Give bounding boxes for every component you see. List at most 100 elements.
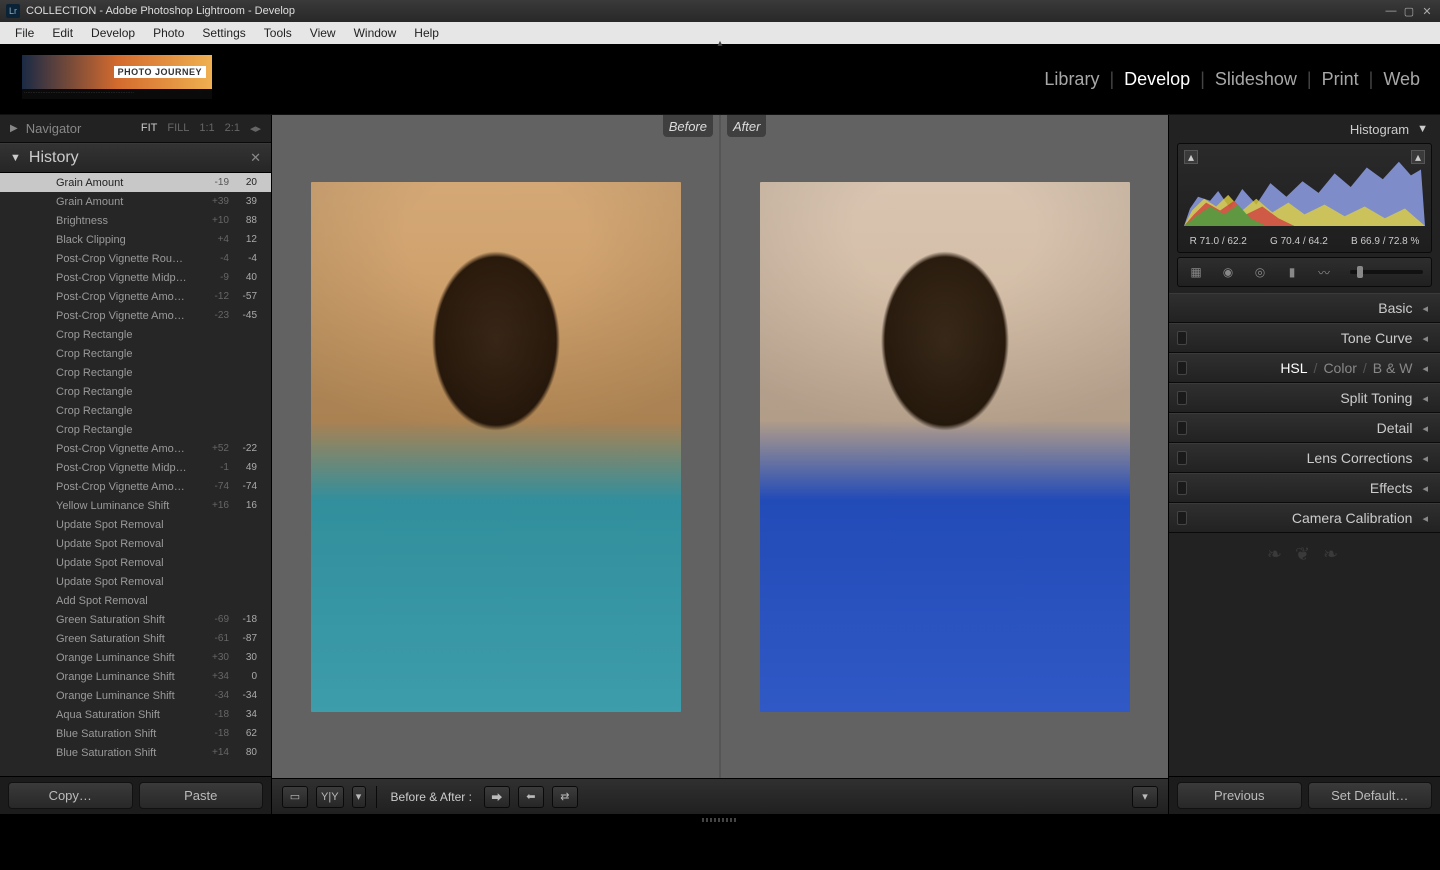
zoom-fit[interactable]: FIT (141, 122, 158, 135)
expand-top-icon[interactable]: ▴ (717, 38, 722, 49)
minimize-icon[interactable]: — (1384, 4, 1398, 18)
history-row[interactable]: Grain Amount-1920 (0, 173, 271, 192)
gradient-tool-icon[interactable]: ▮ (1282, 262, 1302, 282)
panel-camera-calibration[interactable]: Camera Calibration◂ (1169, 503, 1440, 533)
history-row[interactable]: Post-Crop Vignette Amo…-74-74 (0, 477, 271, 496)
close-icon[interactable]: ✕ (1420, 4, 1434, 18)
hsl-tab[interactable]: HSL (1280, 360, 1307, 376)
history-label: Green Saturation Shift (56, 614, 165, 626)
history-row[interactable]: Update Spot Removal (0, 553, 271, 572)
history-row[interactable]: Crop Rectangle (0, 325, 271, 344)
panel-hsl-color-bw[interactable]: HSL/ Color/ B & W ◂ (1169, 353, 1440, 383)
set-default-button[interactable]: Set Default… (1308, 782, 1433, 809)
history-label: Post-Crop Vignette Amo… (56, 291, 185, 303)
color-tab[interactable]: Color (1323, 360, 1356, 376)
history-delta: +10 (212, 215, 229, 226)
history-row[interactable]: Post-Crop Vignette Amo…-12-57 (0, 287, 271, 306)
history-row[interactable]: Grain Amount+3939 (0, 192, 271, 211)
history-label: Add Spot Removal (56, 595, 148, 607)
menu-settings[interactable]: Settings (193, 23, 254, 43)
history-label: Grain Amount (56, 177, 123, 189)
history-row[interactable]: Post-Crop Vignette Amo…+52-22 (0, 439, 271, 458)
history-row[interactable]: Update Spot Removal (0, 572, 271, 591)
before-after-view-icon[interactable]: Y|Y (316, 786, 344, 808)
redeye-tool-icon[interactable]: ◎ (1250, 262, 1270, 282)
menu-edit[interactable]: Edit (43, 23, 82, 43)
previous-button[interactable]: Previous (1177, 782, 1302, 809)
history-row[interactable]: Update Spot Removal (0, 515, 271, 534)
history-row[interactable]: Blue Saturation Shift-1862 (0, 724, 271, 743)
history-label: Post-Crop Vignette Midp… (56, 272, 187, 284)
module-print[interactable]: Print (1322, 69, 1359, 90)
history-row[interactable]: Aqua Saturation Shift-1834 (0, 705, 271, 724)
history-row[interactable]: Orange Luminance Shift+340 (0, 667, 271, 686)
copy-after-to-before-icon[interactable]: ⬅ (518, 786, 544, 808)
bw-tab[interactable]: B & W (1373, 360, 1413, 376)
before-image (311, 182, 681, 712)
zoom-2to1[interactable]: 2:1 (225, 122, 240, 135)
maximize-icon[interactable]: ▢ (1402, 4, 1416, 18)
menu-help[interactable]: Help (405, 23, 448, 43)
panel-detail[interactable]: Detail◂ (1169, 413, 1440, 443)
history-row[interactable]: Crop Rectangle (0, 344, 271, 363)
navigator-header[interactable]: ▶ Navigator FIT FILL 1:1 2:1 ◂▸ (0, 115, 271, 143)
clear-history-icon[interactable]: ✕ (250, 150, 261, 166)
panel-basic[interactable]: Basic◂ (1169, 293, 1440, 323)
before-view[interactable]: Before (272, 115, 721, 778)
history-row[interactable]: Crop Rectangle (0, 420, 271, 439)
module-library[interactable]: Library (1044, 69, 1099, 90)
crop-tool-icon[interactable]: ▦ (1186, 262, 1206, 282)
menu-window[interactable]: Window (345, 23, 406, 43)
history-row[interactable]: Black Clipping+412 (0, 230, 271, 249)
histogram-header[interactable]: Histogram ▼ (1169, 115, 1440, 143)
module-slideshow[interactable]: Slideshow (1215, 69, 1297, 90)
panel-split-toning[interactable]: Split Toning◂ (1169, 383, 1440, 413)
module-web[interactable]: Web (1383, 69, 1420, 90)
history-row[interactable]: Crop Rectangle (0, 401, 271, 420)
zoom-stepper-icon[interactable]: ◂▸ (250, 122, 261, 135)
copy-button[interactable]: Copy… (8, 782, 133, 809)
history-header[interactable]: ▼ History ✕ (0, 143, 271, 173)
mask-slider[interactable] (1350, 270, 1423, 274)
brush-tool-icon[interactable]: 〰 (1314, 262, 1334, 282)
history-row[interactable]: Update Spot Removal (0, 534, 271, 553)
history-row[interactable]: Blue Saturation Shift+1480 (0, 743, 271, 762)
panel-tone-curve[interactable]: Tone Curve◂ (1169, 323, 1440, 353)
history-row[interactable]: Crop Rectangle (0, 382, 271, 401)
swap-before-after-icon[interactable]: ⇄ (552, 786, 578, 808)
shadow-clip-icon[interactable]: ▴ (1184, 150, 1198, 164)
history-row[interactable]: Post-Crop Vignette Midp…-149 (0, 458, 271, 477)
menu-develop[interactable]: Develop (82, 23, 144, 43)
module-develop[interactable]: Develop (1124, 69, 1190, 90)
history-row[interactable]: Brightness+1088 (0, 211, 271, 230)
menu-tools[interactable]: Tools (255, 23, 301, 43)
spot-removal-tool-icon[interactable]: ◉ (1218, 262, 1238, 282)
history-row[interactable]: Yellow Luminance Shift+1616 (0, 496, 271, 515)
before-after-menu-icon[interactable]: ▾ (352, 786, 366, 808)
copy-before-to-after-icon[interactable]: ⮕ (484, 786, 510, 808)
menu-file[interactable]: File (6, 23, 43, 43)
history-row[interactable]: Post-Crop Vignette Rou…-4-4 (0, 249, 271, 268)
zoom-fill[interactable]: FILL (167, 122, 189, 135)
history-row[interactable]: Green Saturation Shift-69-18 (0, 610, 271, 629)
loupe-view-icon[interactable]: ▭ (282, 786, 308, 808)
menu-photo[interactable]: Photo (144, 23, 193, 43)
history-row[interactable]: Orange Luminance Shift-34-34 (0, 686, 271, 705)
history-row[interactable]: Post-Crop Vignette Amo…-23-45 (0, 306, 271, 325)
history-row[interactable]: Green Saturation Shift-61-87 (0, 629, 271, 648)
history-row[interactable]: Post-Crop Vignette Midp…-940 (0, 268, 271, 287)
toolbar-options-icon[interactable]: ▾ (1132, 786, 1158, 808)
panel-effects[interactable]: Effects◂ (1169, 473, 1440, 503)
zoom-1to1[interactable]: 1:1 (199, 122, 214, 135)
filmstrip-grip[interactable] (0, 814, 1440, 826)
history-row[interactable]: Add Spot Removal (0, 591, 271, 610)
panel-lens-corrections[interactable]: Lens Corrections◂ (1169, 443, 1440, 473)
paste-button[interactable]: Paste (139, 782, 264, 809)
history-row[interactable]: Orange Luminance Shift+3030 (0, 648, 271, 667)
histogram[interactable]: ▴ ▴ R 71.0 / 62.2 G 70.4 / 64.2 B 66.9 /… (1177, 143, 1432, 253)
menu-view[interactable]: View (301, 23, 345, 43)
after-view[interactable]: After (721, 115, 1168, 778)
highlight-clip-icon[interactable]: ▴ (1411, 150, 1425, 164)
histogram-title: Histogram (1350, 122, 1409, 137)
history-row[interactable]: Crop Rectangle (0, 363, 271, 382)
